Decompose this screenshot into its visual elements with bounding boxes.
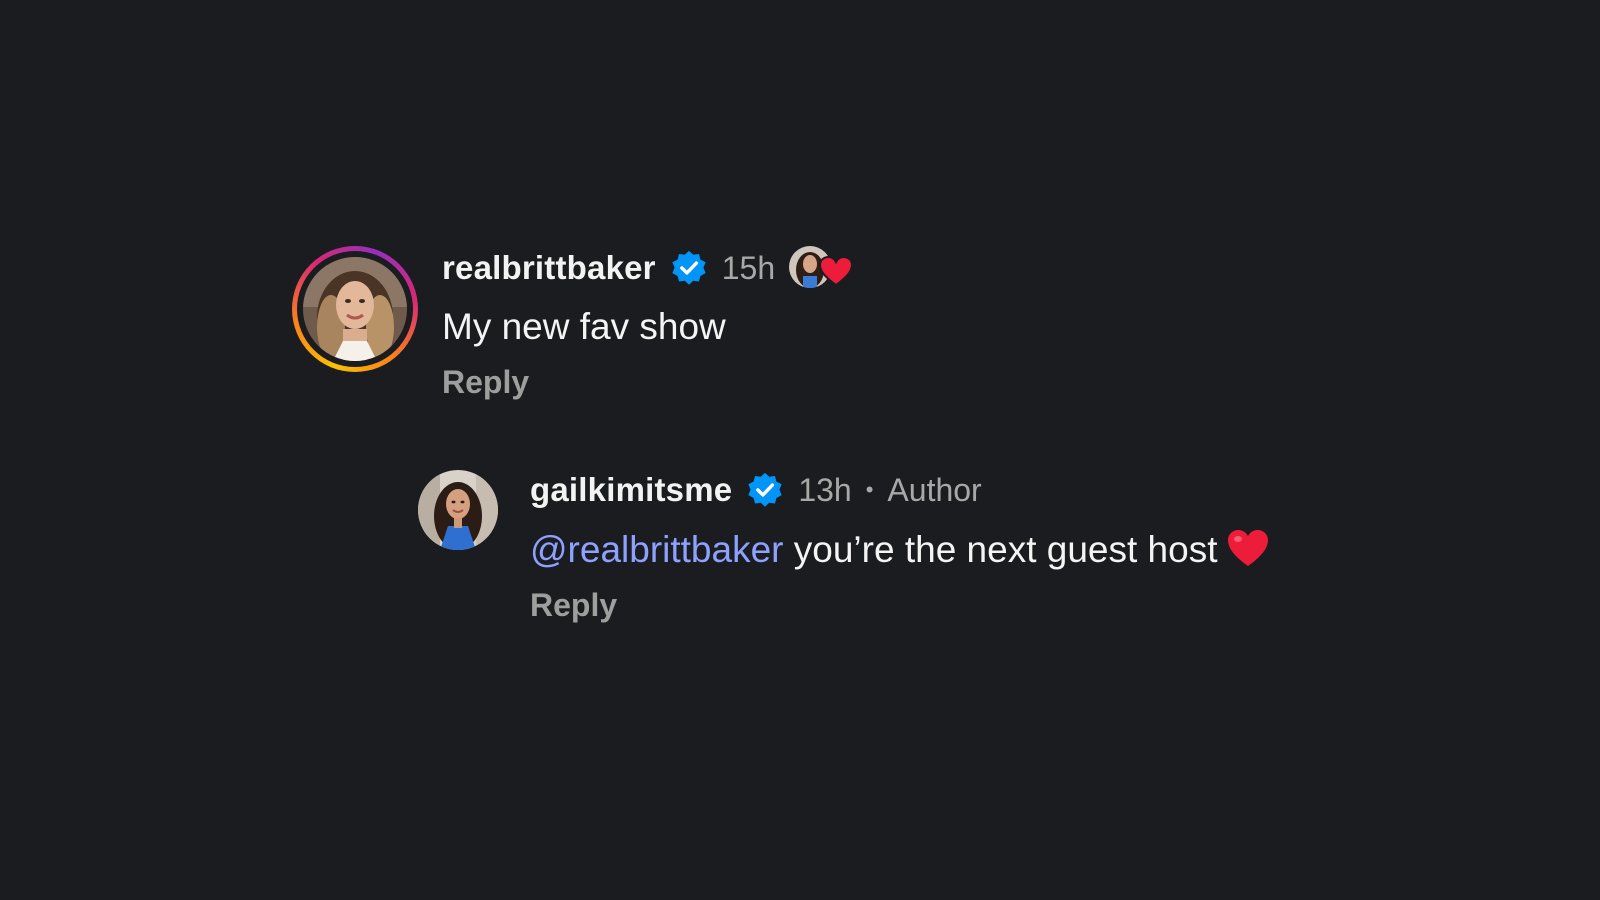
- timestamp: 15h: [721, 249, 776, 286]
- comment-meta: gailkimitsme 13h • Author: [530, 470, 1270, 510]
- reply-button[interactable]: Reply: [442, 364, 853, 401]
- comment-text-body: you’re the next guest host: [783, 529, 1218, 570]
- comment-thread: realbrittbaker 15h My new fav show Reply…: [0, 0, 1600, 900]
- verified-badge-icon: [672, 250, 706, 285]
- comment-meta: realbrittbaker 15h: [442, 246, 854, 290]
- timestamp: 13h: [798, 471, 852, 508]
- comment-reply: gailkimitsme 13h • Author @realbrittbake…: [418, 470, 1270, 624]
- comment-text: @realbrittbaker you’re the next guest ho…: [530, 528, 1270, 571]
- mention-link[interactable]: @realbrittbaker: [530, 529, 784, 570]
- reply-button[interactable]: Reply: [530, 587, 1270, 624]
- author-label: Author: [887, 471, 982, 508]
- heart-icon: [819, 256, 854, 286]
- username[interactable]: realbrittbaker: [442, 249, 656, 287]
- comment-body: realbrittbaker 15h My new fav show Reply: [442, 246, 854, 401]
- username[interactable]: gailkimitsme: [530, 471, 732, 509]
- avatar[interactable]: [418, 470, 498, 550]
- avatar: [303, 257, 407, 361]
- comment: realbrittbaker 15h My new fav show Reply: [292, 246, 854, 401]
- liked-by-author: [789, 246, 854, 290]
- avatar-gap: [297, 251, 413, 367]
- comment-body: gailkimitsme 13h • Author @realbrittbake…: [530, 470, 1270, 624]
- comment-text: My new fav show: [442, 306, 726, 347]
- story-ring[interactable]: [292, 246, 418, 372]
- separator-dot: •: [865, 477, 874, 502]
- verified-badge-icon: [748, 472, 782, 507]
- red-heart-icon: [1227, 530, 1268, 566]
